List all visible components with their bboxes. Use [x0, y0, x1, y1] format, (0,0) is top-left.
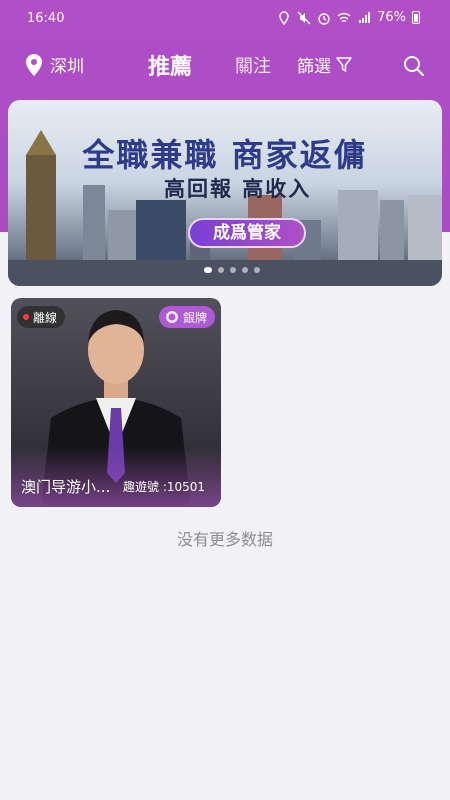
rank-badge: 銀牌 — [158, 306, 215, 328]
tab-recommend[interactable]: 推薦 — [148, 49, 192, 81]
mute-icon — [297, 11, 311, 24]
location-status-icon — [279, 10, 289, 25]
status-icons: 76% — [277, 10, 420, 25]
guide-id: 趣遊號 :10501 — [123, 480, 206, 494]
wifi-icon — [337, 12, 351, 22]
filter-label: 篩選 — [297, 57, 331, 77]
location-selector[interactable]: 深圳 — [24, 52, 84, 77]
banner-headline: 全職兼職 商家返傭 — [82, 136, 368, 174]
guide-name: 澳门导游小... — [21, 478, 111, 496]
medal-icon — [165, 311, 178, 323]
battery-percent: 76% — [377, 10, 406, 25]
offline-badge: 離線 — [17, 306, 66, 328]
carousel-dot — [254, 267, 260, 273]
funnel-icon — [336, 56, 352, 72]
status-bar: 16:40 76% — [0, 0, 450, 36]
location-label: 深圳 — [50, 57, 84, 77]
battery-icon — [412, 11, 420, 24]
alarm-icon — [318, 12, 330, 25]
no-more-data-text: 没有更多数据 — [176, 530, 273, 549]
top-nav: 深圳 推薦 關注 篩選 — [0, 44, 450, 90]
carousel-dot — [204, 267, 212, 273]
become-steward-button[interactable]: 成爲管家 — [188, 218, 306, 248]
carousel-dot — [230, 267, 236, 273]
guide-card[interactable]: 離線 銀牌 澳门导游小... 趣遊號 :10501 — [11, 298, 221, 507]
banner-subline: 高回報 高收入 — [164, 177, 312, 201]
promo-banner[interactable]: 全職兼職 商家返傭 高回報 高收入 成爲管家 — [8, 100, 442, 286]
offline-dot-icon — [23, 314, 29, 320]
carousel-indicator — [204, 267, 260, 273]
signal-icon — [359, 11, 371, 23]
carousel-dot — [242, 267, 248, 273]
filter-button[interactable]: 篩選 — [297, 52, 353, 77]
offline-label: 離線 — [33, 310, 58, 325]
tab-follow[interactable]: 關注 — [235, 52, 271, 78]
map-pin-icon — [26, 53, 42, 76]
rank-label: 銀牌 — [182, 310, 207, 325]
carousel-dot — [218, 267, 224, 273]
search-icon[interactable] — [402, 54, 426, 78]
status-time: 16:40 — [27, 11, 65, 26]
